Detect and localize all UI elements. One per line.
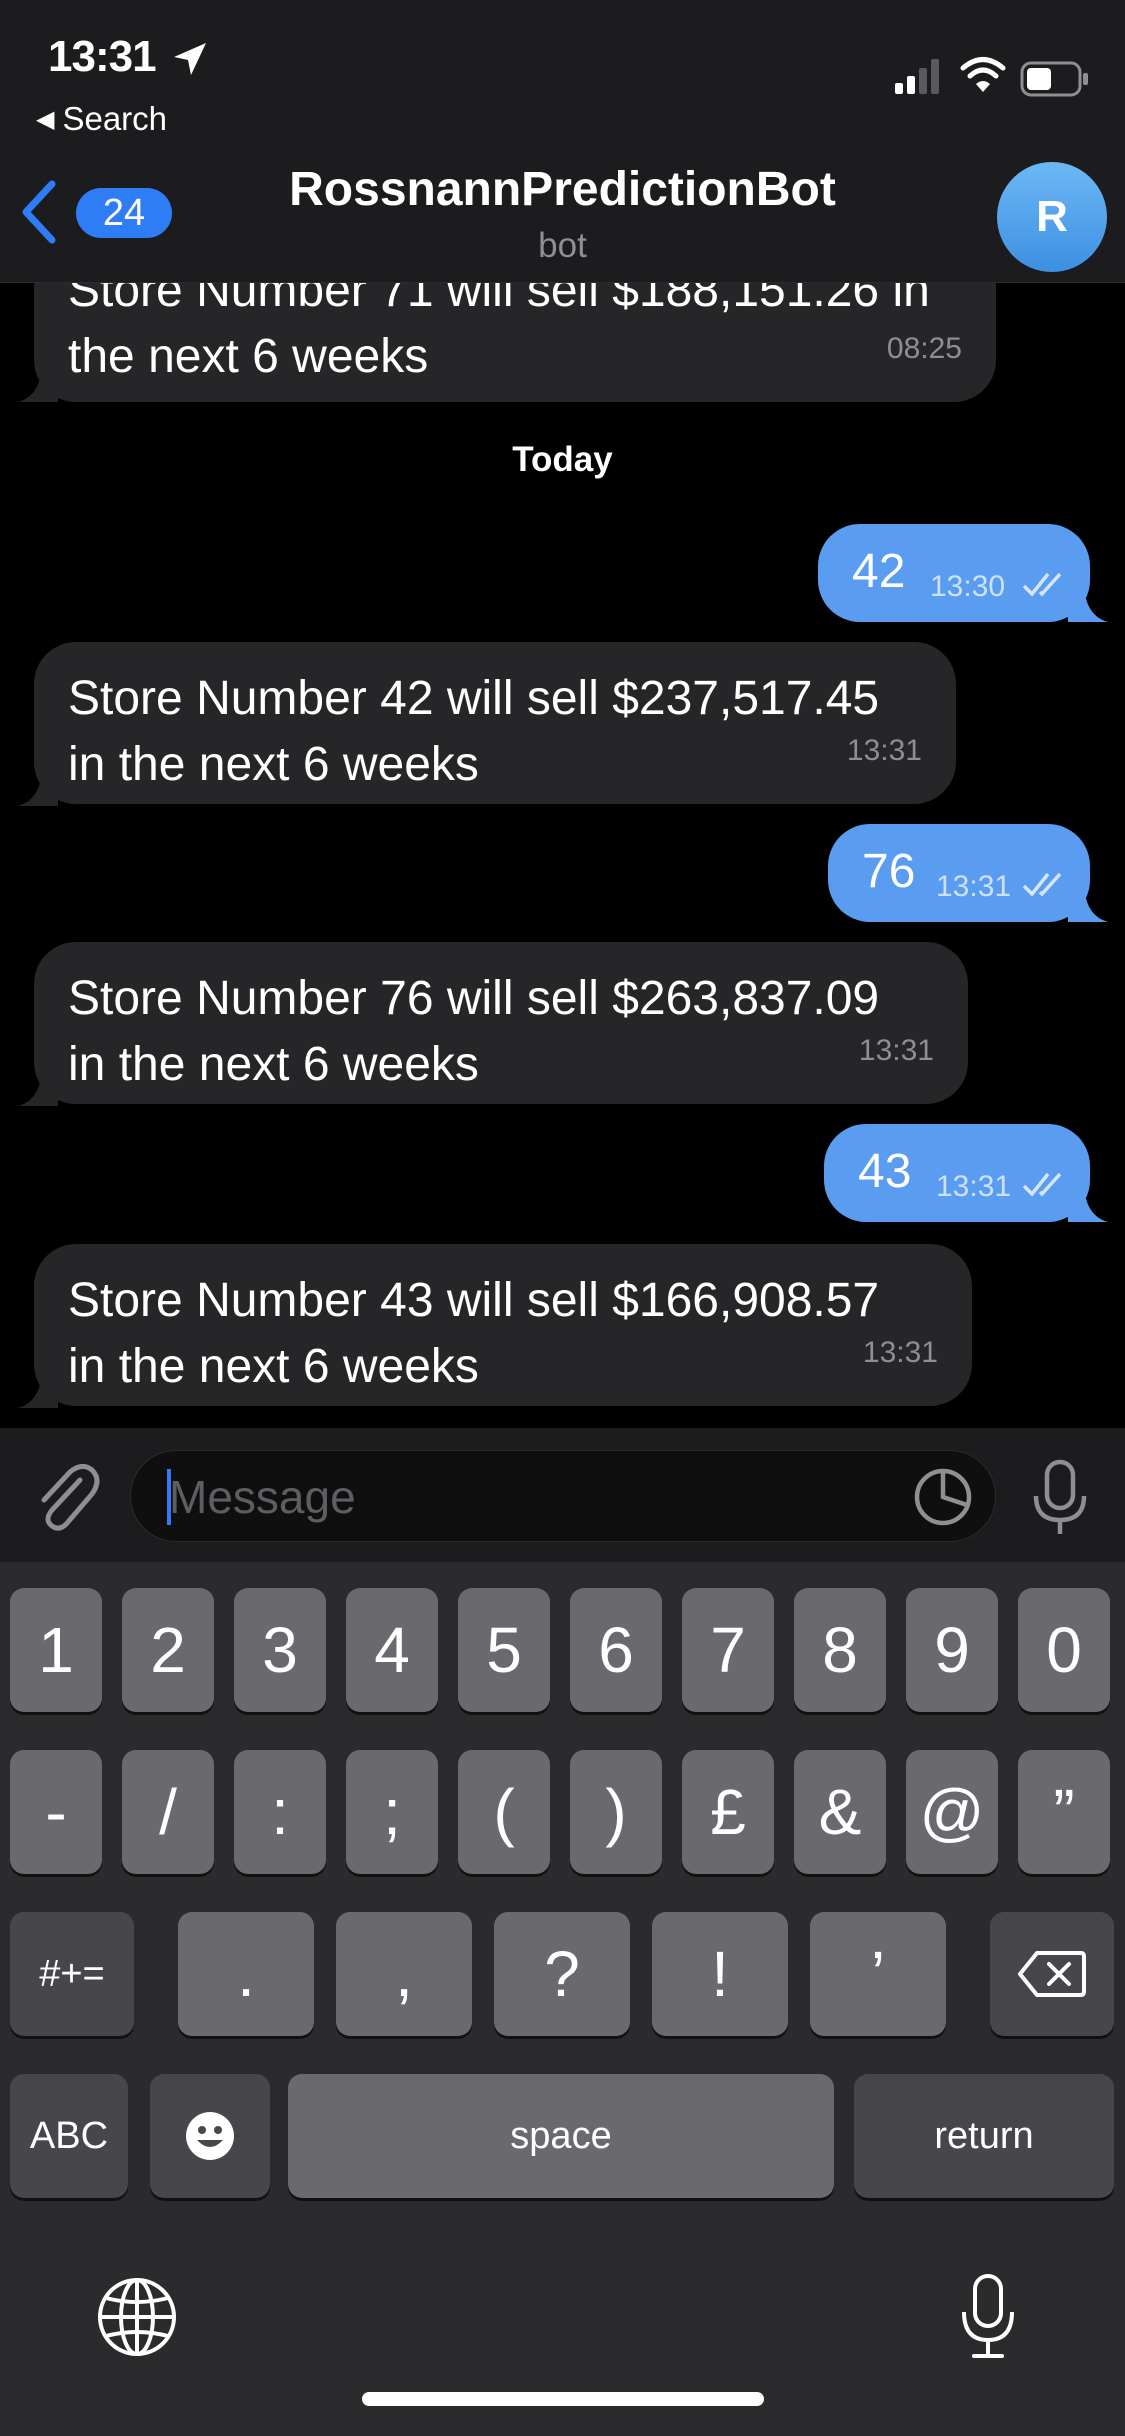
key-4[interactable]: 4 bbox=[346, 1588, 438, 1712]
bubble-tail bbox=[18, 366, 58, 402]
message-input[interactable] bbox=[167, 1465, 891, 1529]
microphone-icon[interactable] bbox=[1030, 1458, 1090, 1538]
message-time: 13:31 bbox=[858, 1034, 934, 1067]
message-line: Store Number 42 will sell $237,517.45 bbox=[68, 672, 880, 725]
bubble-tail bbox=[1068, 586, 1108, 622]
back-triangle-icon: ◀ bbox=[36, 106, 55, 133]
key-1[interactable]: 1 bbox=[10, 1588, 102, 1712]
backspace-icon bbox=[1018, 1951, 1086, 1997]
key-3[interactable]: 3 bbox=[234, 1588, 326, 1712]
back-to-search-label: Search bbox=[62, 100, 168, 137]
key-9[interactable]: 9 bbox=[906, 1588, 998, 1712]
key-2[interactable]: 2 bbox=[122, 1588, 214, 1712]
date-separator: Today bbox=[512, 440, 613, 479]
bubble-tail bbox=[18, 770, 58, 806]
status-time: 13:31 bbox=[48, 32, 157, 81]
key-8[interactable]: 8 bbox=[794, 1588, 886, 1712]
bubble-tail bbox=[18, 1372, 58, 1408]
read-checkmarks-icon bbox=[1022, 1172, 1062, 1197]
key-hyphen[interactable]: - bbox=[10, 1750, 102, 1874]
symbols-key[interactable]: #+= bbox=[10, 1912, 134, 2036]
message-line: in the next 6 weeks bbox=[68, 738, 479, 791]
key-at[interactable]: @ bbox=[906, 1750, 998, 1874]
message-time: 13:31 bbox=[862, 1336, 938, 1369]
outgoing-message[interactable]: 76 13:31 bbox=[828, 824, 1090, 922]
backspace-key[interactable] bbox=[990, 1912, 1114, 2036]
key-comma[interactable]: , bbox=[336, 1912, 472, 2036]
key-ampersand[interactable]: & bbox=[794, 1750, 886, 1874]
message-text: 43 bbox=[858, 1145, 912, 1198]
key-colon[interactable]: : bbox=[234, 1750, 326, 1874]
key-apostrophe[interactable]: ’ bbox=[810, 1912, 946, 2036]
location-arrow-icon bbox=[174, 43, 206, 75]
globe-icon[interactable] bbox=[96, 2276, 178, 2358]
key-exclamation[interactable]: ! bbox=[652, 1912, 788, 2036]
bubble-tail bbox=[18, 1070, 58, 1106]
message-line: in the next 6 weeks bbox=[68, 1038, 479, 1091]
key-question[interactable]: ? bbox=[494, 1912, 630, 2036]
battery-icon bbox=[1020, 61, 1088, 97]
key-slash[interactable]: / bbox=[122, 1750, 214, 1874]
sticker-icon[interactable] bbox=[911, 1465, 975, 1529]
message-input-bar bbox=[0, 1428, 1125, 1562]
key-7[interactable]: 7 bbox=[682, 1588, 774, 1712]
paperclip-icon[interactable] bbox=[30, 1458, 100, 1534]
message-line: in the next 6 weeks bbox=[68, 1340, 479, 1393]
key-semicolon[interactable]: ; bbox=[346, 1750, 438, 1874]
incoming-message[interactable]: Store Number 43 will sell $166,908.57 in… bbox=[34, 1244, 972, 1406]
key-open-paren[interactable]: ( bbox=[458, 1750, 550, 1874]
emoji-icon bbox=[186, 2112, 234, 2160]
outgoing-message[interactable]: 42 13:30 bbox=[818, 524, 1090, 622]
message-field[interactable] bbox=[130, 1450, 996, 1542]
read-checkmarks-icon bbox=[1022, 572, 1062, 597]
outgoing-message[interactable]: 43 13:31 bbox=[824, 1124, 1090, 1222]
key-0[interactable]: 0 bbox=[1018, 1588, 1110, 1712]
emoji-key[interactable] bbox=[150, 2074, 270, 2198]
key-6[interactable]: 6 bbox=[570, 1588, 662, 1712]
message-line: the next 6 weeks bbox=[68, 330, 429, 383]
chat-header: 13:31 ◀ Search 24 RossnannPredictionBot b… bbox=[0, 0, 1125, 283]
key-5[interactable]: 5 bbox=[458, 1588, 550, 1712]
message-line: Store Number 43 will sell $166,908.57 bbox=[68, 1274, 880, 1327]
incoming-message[interactable]: Store Number 42 will sell $237,517.45 in… bbox=[34, 642, 956, 804]
return-key[interactable]: return bbox=[854, 2074, 1114, 2198]
abc-key[interactable]: ABC bbox=[10, 2074, 128, 2198]
message-text: 76 bbox=[862, 845, 916, 898]
bubble-tail bbox=[1068, 1186, 1108, 1222]
key-close-paren[interactable]: ) bbox=[570, 1750, 662, 1874]
bubble-tail bbox=[1068, 886, 1108, 922]
key-period[interactable]: . bbox=[178, 1912, 314, 2036]
key-pound[interactable]: £ bbox=[682, 1750, 774, 1874]
wifi-icon bbox=[960, 57, 1006, 92]
chat-subtitle: bot bbox=[538, 226, 587, 265]
message-time: 13:31 bbox=[846, 734, 922, 767]
back-to-search-link[interactable]: ◀ Search bbox=[36, 100, 167, 138]
chat-title[interactable]: RossnannPredictionBot bbox=[0, 162, 1125, 217]
avatar[interactable]: R bbox=[997, 162, 1107, 272]
keyboard: 1 2 3 4 5 6 7 8 9 0 - / : ; ( ) £ & @ ” … bbox=[0, 1562, 1125, 2436]
text-cursor bbox=[167, 1469, 171, 1525]
message-time: 08:25 bbox=[886, 332, 962, 365]
message-time: 13:31 bbox=[936, 1170, 1012, 1203]
read-checkmarks-icon bbox=[1022, 872, 1062, 897]
message-time: 13:31 bbox=[936, 870, 1012, 903]
message-time: 13:30 bbox=[930, 570, 1006, 603]
message-line: Store Number 76 will sell $263,837.09 bbox=[68, 972, 880, 1025]
cellular-signal-icon bbox=[895, 59, 939, 94]
dictation-mic-icon[interactable] bbox=[958, 2272, 1018, 2360]
space-key[interactable]: space bbox=[288, 2074, 834, 2198]
message-text: 42 bbox=[852, 545, 906, 598]
home-indicator[interactable] bbox=[362, 2392, 764, 2406]
incoming-message[interactable]: Store Number 76 will sell $263,837.09 in… bbox=[34, 942, 968, 1104]
key-quote[interactable]: ” bbox=[1018, 1750, 1110, 1874]
